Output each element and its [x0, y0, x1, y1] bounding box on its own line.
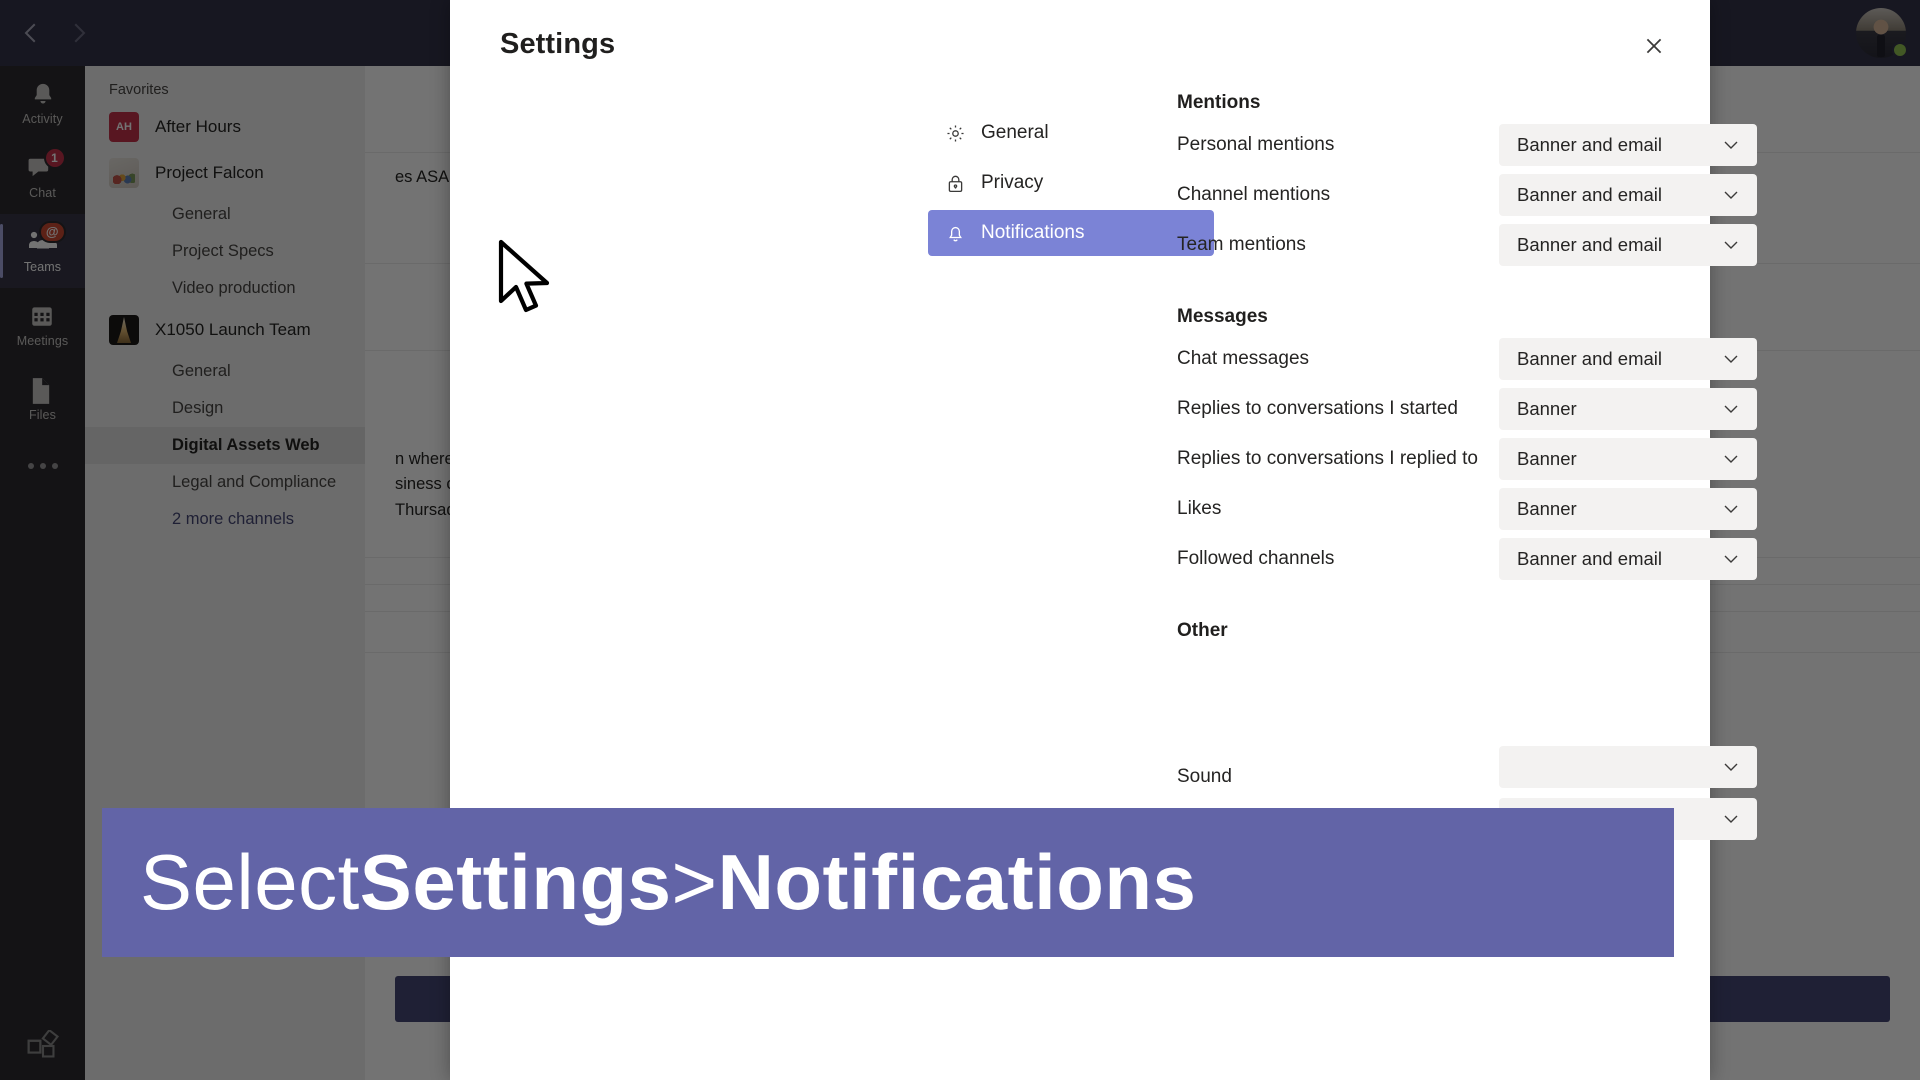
dropdown-value: Banner and email [1517, 234, 1663, 255]
lock-icon [944, 172, 966, 194]
chevron-down-icon [1721, 235, 1741, 255]
settings-nav-label: Notifications [981, 222, 1085, 243]
pref-label: Replies to conversations I replied to [1177, 448, 1478, 469]
close-icon[interactable] [1636, 28, 1672, 64]
dropdown-team-mentions[interactable]: Banner and email [1499, 224, 1757, 266]
pref-row-chat-messages: Chat messages Banner and email [1177, 334, 1777, 384]
pref-row-replies-replied: Replies to conversations I replied to Ba… [1177, 434, 1777, 484]
dropdown-value: Banner and email [1517, 548, 1663, 569]
dropdown-chat-messages[interactable]: Banner and email [1499, 338, 1757, 380]
chevron-down-icon [1721, 349, 1741, 369]
callout-separator: > [671, 838, 718, 926]
pref-row-followed-channels: Followed channels Banner and email [1177, 534, 1777, 584]
page-title: Settings [500, 28, 616, 60]
notifications-pane: Mentions Personal mentions Banner and em… [1177, 92, 1777, 844]
pref-row-channel-mentions: Channel mentions Banner and email [1177, 170, 1777, 220]
chevron-down-icon [1721, 185, 1741, 205]
dropdown-replies-replied[interactable]: Banner [1499, 438, 1757, 480]
settings-nav: General Privacy Notifications [928, 110, 1218, 260]
bell-icon [944, 222, 966, 244]
pref-label: Followed channels [1177, 548, 1335, 569]
dropdown-value: Banner [1517, 398, 1577, 419]
dropdown-value: Banner and email [1517, 184, 1663, 205]
dropdown-replies-started[interactable]: Banner [1499, 388, 1757, 430]
settings-nav-label: General [981, 122, 1049, 143]
settings-nav-item-notifications[interactable]: Notifications [928, 210, 1214, 256]
dropdown-followed-channels[interactable]: Banner and email [1499, 538, 1757, 580]
pref-label: Sound [1177, 766, 1232, 787]
section-title-other: Other [1177, 620, 1228, 641]
dropdown-channel-mentions[interactable]: Banner and email [1499, 174, 1757, 216]
dropdown-likes[interactable]: Banner [1499, 488, 1757, 530]
section-title-mentions: Mentions [1177, 92, 1261, 113]
dropdown-personal-mentions[interactable]: Banner and email [1499, 124, 1757, 166]
pref-label: Personal mentions [1177, 134, 1335, 155]
chevron-down-icon [1721, 449, 1741, 469]
settings-nav-label: Privacy [981, 172, 1044, 193]
callout-prefix: Select [140, 838, 360, 926]
dropdown-value: Banner [1517, 448, 1577, 469]
chevron-down-icon [1721, 757, 1741, 777]
pref-row-personal-mentions: Personal mentions Banner and email [1177, 120, 1777, 170]
section-title-messages: Messages [1177, 306, 1268, 327]
dropdown-sound[interactable] [1499, 746, 1757, 788]
dropdown-value: Banner and email [1517, 134, 1663, 155]
pref-label: Team mentions [1177, 234, 1306, 255]
pref-label: Likes [1177, 498, 1222, 519]
screen: es ASAP and get back n where you can acc… [0, 0, 1920, 1080]
callout-word-settings: Settings [359, 838, 672, 926]
callout-word-notifications: Notifications [717, 838, 1197, 926]
chevron-down-icon [1721, 135, 1741, 155]
chevron-down-icon [1721, 809, 1741, 829]
settings-nav-item-privacy[interactable]: Privacy [928, 160, 1218, 206]
settings-nav-item-general[interactable]: General [928, 110, 1218, 156]
gear-icon [944, 122, 966, 144]
pref-row-replies-started: Replies to conversations I started Banne… [1177, 384, 1777, 434]
pref-row-team-mentions: Team mentions Banner and email [1177, 220, 1777, 270]
pref-label: Channel mentions [1177, 184, 1331, 205]
pref-label: Replies to conversations I started [1177, 398, 1458, 419]
dropdown-value: Banner and email [1517, 348, 1663, 369]
pref-row-sound: Sound [1177, 648, 1777, 788]
chevron-down-icon [1721, 549, 1741, 569]
chevron-down-icon [1721, 499, 1741, 519]
pref-label: Chat messages [1177, 348, 1310, 369]
instruction-callout: Select Settings > Notifications [102, 808, 1674, 957]
dropdown-value: Banner [1517, 498, 1577, 519]
chevron-down-icon [1721, 399, 1741, 419]
mouse-pointer-icon [497, 239, 559, 322]
pref-row-likes: Likes Banner [1177, 484, 1777, 534]
